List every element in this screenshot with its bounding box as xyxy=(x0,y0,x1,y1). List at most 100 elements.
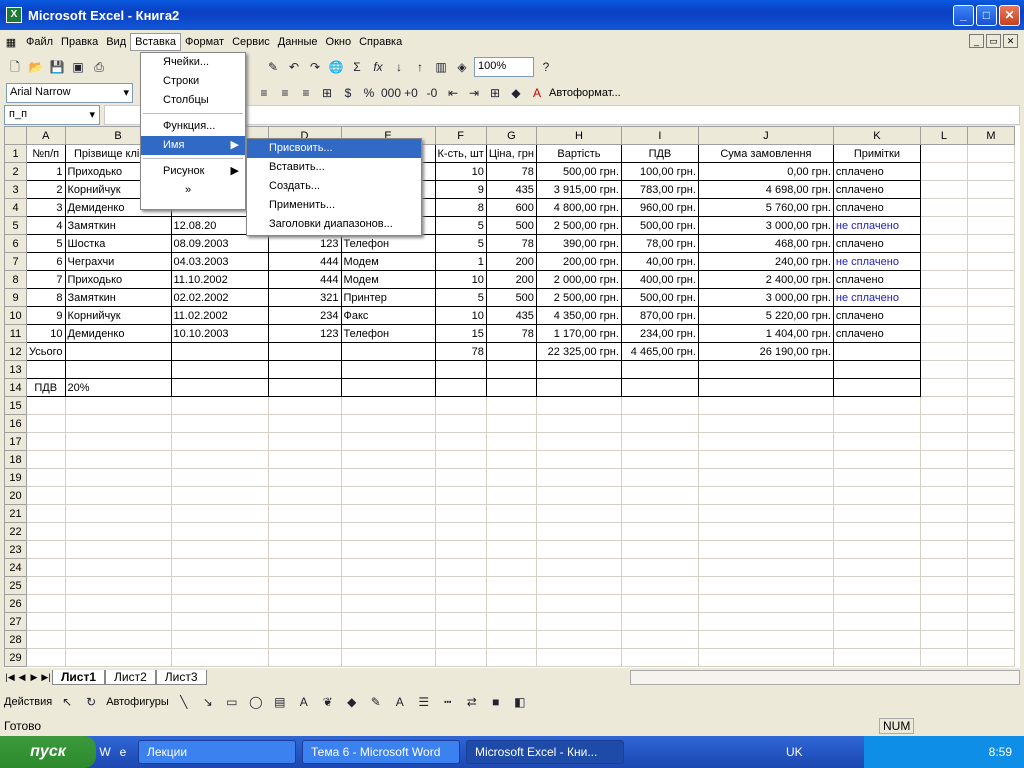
cell[interactable]: 9 xyxy=(434,180,487,199)
cell[interactable]: 3 xyxy=(26,198,66,217)
cell[interactable] xyxy=(26,522,66,541)
cell[interactable] xyxy=(267,504,342,523)
cell[interactable] xyxy=(434,576,487,595)
cell[interactable] xyxy=(485,630,537,649)
cell[interactable] xyxy=(966,504,1015,523)
cell[interactable]: 3 000,00 грн. xyxy=(697,288,834,307)
cell[interactable] xyxy=(26,432,66,451)
cell[interactable] xyxy=(267,360,342,379)
doc-close-button[interactable]: ✕ xyxy=(1003,34,1018,48)
row-header[interactable]: 16 xyxy=(4,414,27,433)
cell[interactable]: 08.09.2003 xyxy=(170,234,269,253)
cell[interactable] xyxy=(919,540,968,559)
cell[interactable] xyxy=(26,630,66,649)
cell[interactable] xyxy=(485,360,537,379)
cell[interactable] xyxy=(170,558,269,577)
cell[interactable]: 11.02.2002 xyxy=(170,306,269,325)
cell[interactable] xyxy=(966,486,1015,505)
cell[interactable] xyxy=(697,396,834,415)
cell[interactable] xyxy=(485,396,537,415)
cell[interactable] xyxy=(267,432,342,451)
cell[interactable] xyxy=(340,486,436,505)
doc-restore-button[interactable]: ▭ xyxy=(986,34,1001,48)
cell[interactable] xyxy=(697,648,834,667)
cell[interactable]: 2 xyxy=(26,180,66,199)
column-header-j[interactable]: J xyxy=(697,126,834,145)
cell[interactable] xyxy=(832,558,921,577)
cell[interactable] xyxy=(620,540,699,559)
column-header-k[interactable]: K xyxy=(832,126,921,145)
cell[interactable] xyxy=(485,486,537,505)
horizontal-scrollbar[interactable] xyxy=(630,670,1020,685)
cell[interactable] xyxy=(64,432,172,451)
cell[interactable] xyxy=(832,342,921,361)
cell[interactable]: 444 xyxy=(267,270,342,289)
cell[interactable] xyxy=(340,360,436,379)
cell[interactable] xyxy=(620,486,699,505)
cell[interactable]: 78,00 грн. xyxy=(620,234,699,253)
cell[interactable]: 234 xyxy=(267,306,342,325)
cell[interactable] xyxy=(340,612,436,631)
menu-edit[interactable]: Правка xyxy=(57,34,102,50)
sheet-tab-2[interactable]: Лист2 xyxy=(105,670,156,685)
cell[interactable] xyxy=(64,648,172,667)
cell[interactable]: 468,00 грн. xyxy=(697,234,834,253)
cell[interactable]: 3 000,00 грн. xyxy=(697,216,834,235)
cell[interactable]: Примітки xyxy=(832,144,921,163)
cell[interactable] xyxy=(340,378,436,397)
column-header-h[interactable]: H xyxy=(535,126,622,145)
cell[interactable]: 02.02.2002 xyxy=(170,288,269,307)
sheet-tab-3[interactable]: Лист3 xyxy=(155,670,207,685)
decrease-decimal-icon[interactable]: -0 xyxy=(423,84,441,102)
save-icon[interactable]: 💾 xyxy=(48,58,66,76)
cell[interactable]: не сплачено xyxy=(832,252,921,271)
menu-item-cells[interactable]: Ячейки... xyxy=(141,53,245,72)
font-color-icon[interactable]: A xyxy=(528,84,546,102)
cell[interactable]: Корнийчук xyxy=(64,306,172,325)
cell[interactable]: 960,00 грн. xyxy=(620,198,699,217)
help-icon[interactable]: ? xyxy=(537,58,555,76)
rotate-icon[interactable]: ↻ xyxy=(82,693,100,711)
cell[interactable] xyxy=(919,144,968,163)
cell[interactable]: 78 xyxy=(485,324,537,343)
cell[interactable]: Факс xyxy=(340,306,436,325)
cell[interactable] xyxy=(919,558,968,577)
cell[interactable] xyxy=(340,468,436,487)
cell[interactable]: Телефон xyxy=(340,234,436,253)
increase-decimal-icon[interactable]: +0 xyxy=(402,84,420,102)
cell[interactable] xyxy=(966,342,1015,361)
cell[interactable] xyxy=(966,270,1015,289)
sheet-tab-1[interactable]: Лист1 xyxy=(52,670,106,685)
row-header[interactable]: 6 xyxy=(4,234,27,253)
cell[interactable] xyxy=(919,378,968,397)
menu-insert[interactable]: Вставка xyxy=(130,33,182,51)
cell[interactable] xyxy=(340,558,436,577)
cell[interactable] xyxy=(340,504,436,523)
menu-tools[interactable]: Сервис xyxy=(228,34,274,50)
cell[interactable] xyxy=(832,414,921,433)
font-select[interactable]: Arial Narrow ▾ xyxy=(6,83,133,103)
column-header-f[interactable]: F xyxy=(434,126,487,145)
cell[interactable] xyxy=(919,450,968,469)
cell[interactable] xyxy=(267,522,342,541)
dash-style-icon[interactable]: ┅ xyxy=(439,693,457,711)
cell[interactable] xyxy=(620,612,699,631)
redo-icon[interactable]: ↷ xyxy=(306,58,324,76)
cell[interactable] xyxy=(267,576,342,595)
3d-icon[interactable]: ◧ xyxy=(511,693,529,711)
cell[interactable] xyxy=(485,612,537,631)
cell[interactable] xyxy=(434,540,487,559)
cell[interactable] xyxy=(434,396,487,415)
clock[interactable]: 8:59 xyxy=(989,745,1012,759)
cell[interactable] xyxy=(697,558,834,577)
cell[interactable]: 4 350,00 грн. xyxy=(535,306,622,325)
cell[interactable]: сплачено xyxy=(832,180,921,199)
cell[interactable] xyxy=(966,540,1015,559)
percent-icon[interactable]: % xyxy=(360,84,378,102)
cell[interactable] xyxy=(966,324,1015,343)
cell[interactable] xyxy=(919,288,968,307)
cell[interactable]: Принтер xyxy=(340,288,436,307)
row-header[interactable]: 27 xyxy=(4,612,27,631)
cell[interactable]: 500 xyxy=(485,288,537,307)
row-header[interactable]: 10 xyxy=(4,306,27,325)
